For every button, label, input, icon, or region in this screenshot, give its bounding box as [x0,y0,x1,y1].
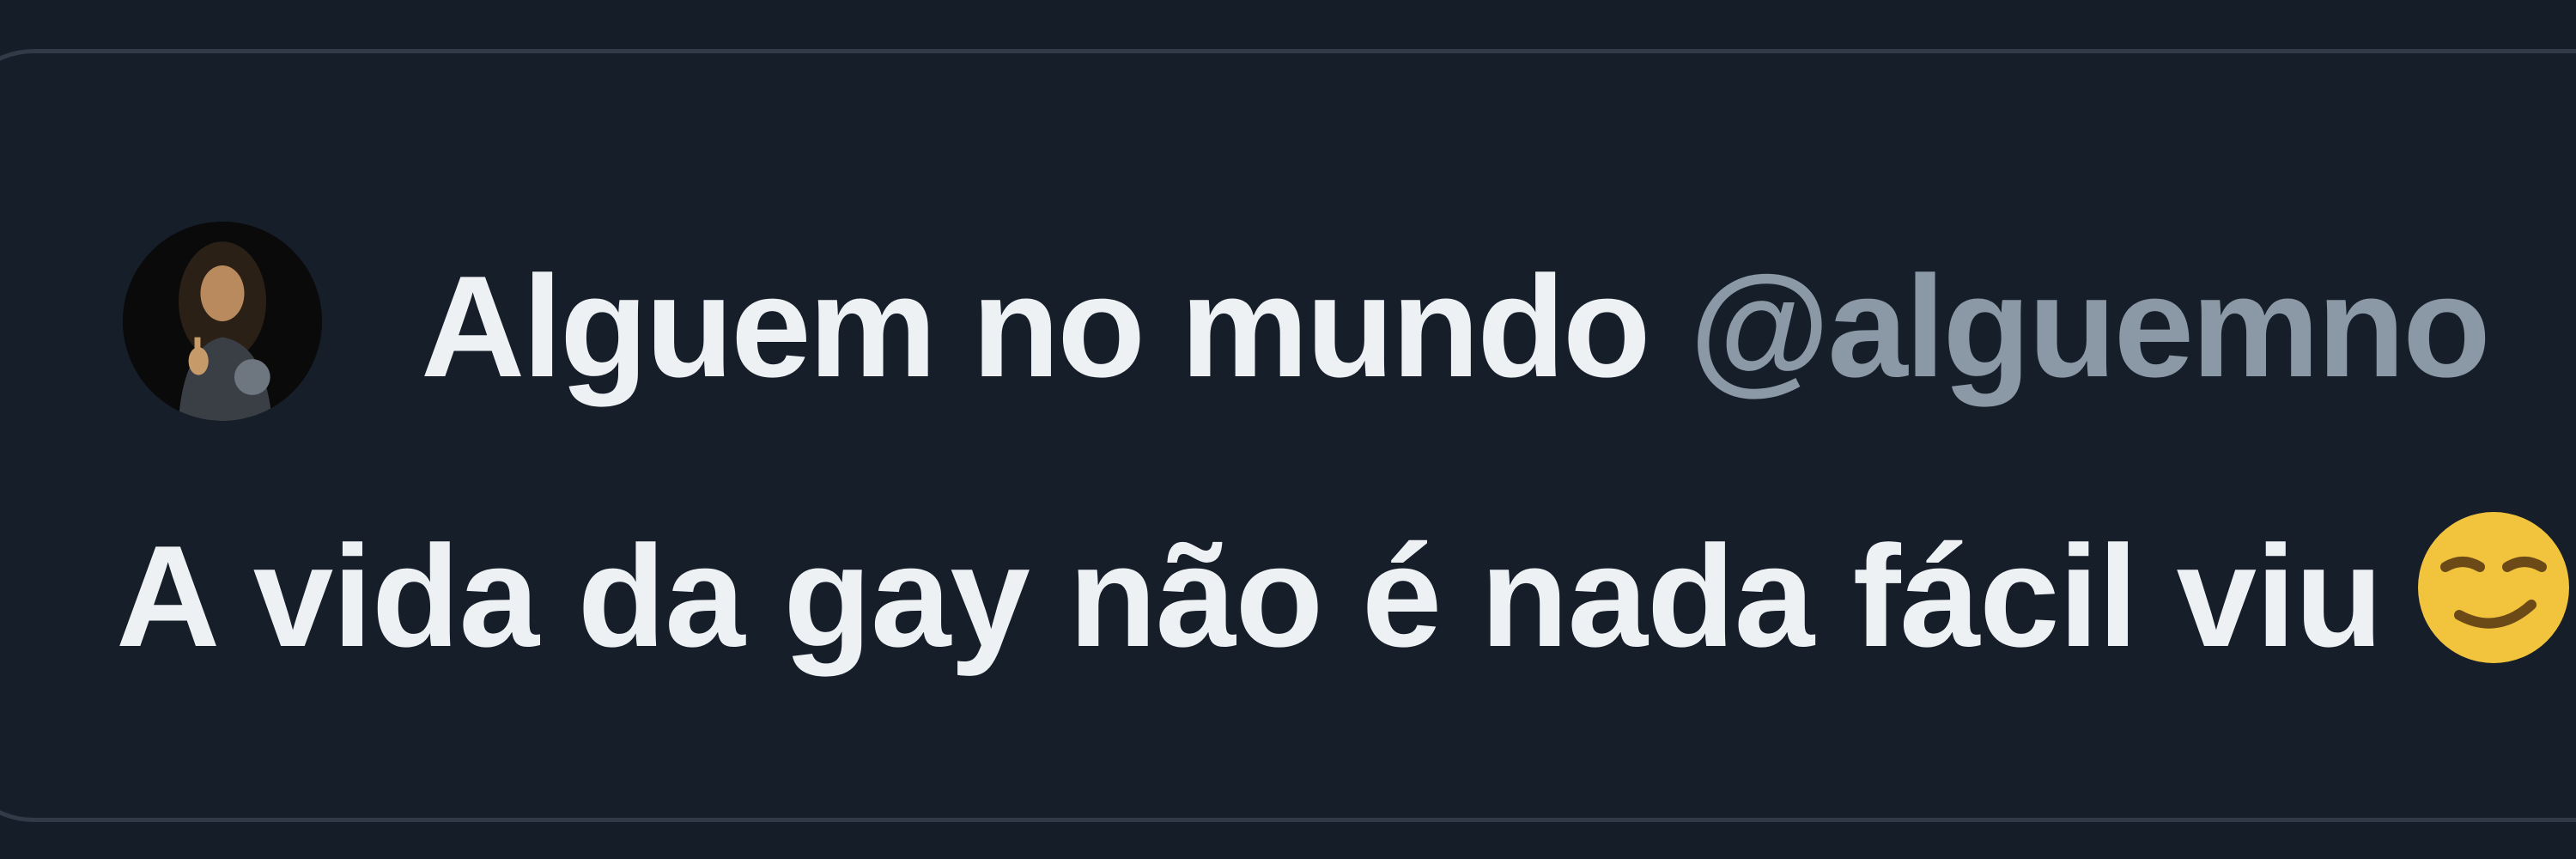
author-name[interactable]: Alguem no mundo [421,246,1651,407]
smirk-emoji-icon [2408,498,2576,670]
portrait-avatar-icon [123,222,322,421]
quoted-tweet-card[interactable] [0,49,2576,822]
tweet-text: A vida da gay não é nada fácil viu [116,498,2576,670]
author-handle[interactable]: @alguemno [1690,246,2491,407]
tweet-body: A vida da gay não é nada fácil viu [116,515,2383,677]
avatar[interactable] [123,222,322,421]
author-line: Alguem no mundo @alguemno [421,254,2491,399]
